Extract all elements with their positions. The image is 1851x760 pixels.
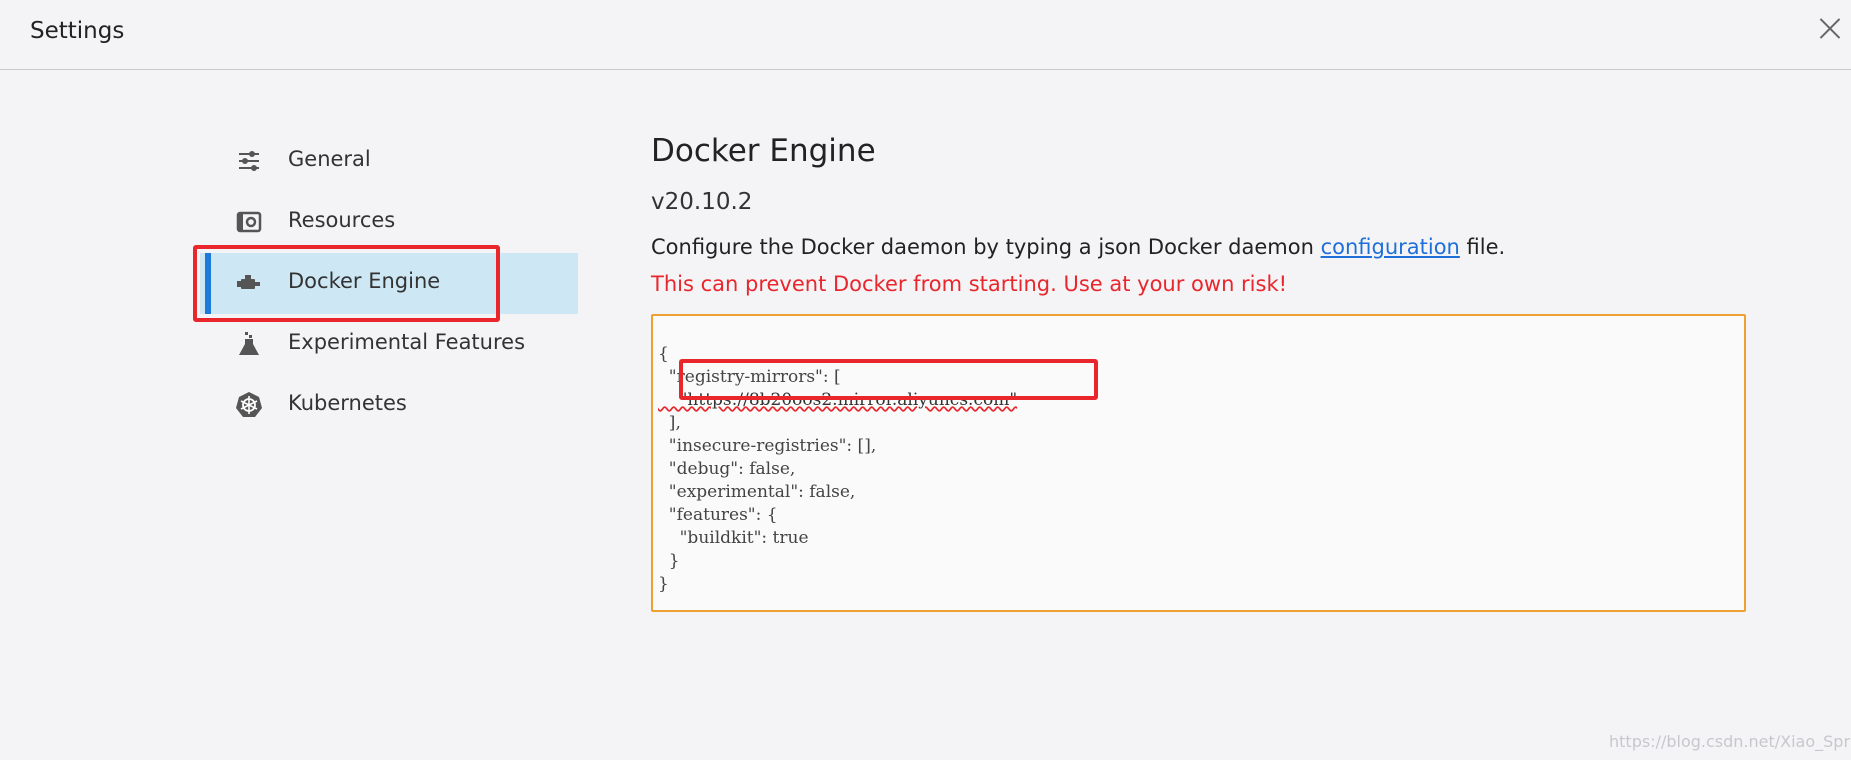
editor-line: "buildkit": true: [658, 528, 809, 548]
json-config-editor[interactable]: { "registry-mirrors": [ "https://8b20oos…: [651, 314, 1746, 612]
kubernetes-icon: [236, 392, 262, 417]
editor-line-registry-mirror: "https://8b20oos2.mirror.aliyuncs.com": [658, 390, 1018, 410]
configuration-link[interactable]: configuration: [1321, 235, 1460, 259]
sliders-icon: [239, 151, 259, 171]
description-text: Configure the Docker daemon by typing a …: [651, 235, 1321, 259]
description: Configure the Docker daemon by typing a …: [651, 235, 1505, 259]
sidebar-item-kubernetes[interactable]: Kubernetes: [200, 375, 578, 436]
close-icon[interactable]: [1818, 16, 1842, 40]
editor-line: "debug": false,: [658, 459, 796, 479]
editor-line: {: [658, 344, 669, 364]
sidebar-item-label: Kubernetes: [288, 391, 407, 415]
description-suffix: file.: [1459, 235, 1506, 259]
sidebar-item-docker-engine[interactable]: Docker Engine: [200, 253, 578, 314]
editor-line: "registry-mirrors": [: [658, 367, 841, 387]
editor-line: "experimental": false,: [658, 482, 856, 502]
flask-icon: [239, 332, 259, 355]
sidebar-item-resources[interactable]: Resources: [200, 192, 578, 253]
editor-line: ],: [658, 413, 681, 433]
window-title: Settings: [30, 18, 125, 44]
editor-line: "insecure-registries": [],: [658, 436, 877, 456]
editor-line: }: [658, 551, 680, 571]
sidebar-item-general[interactable]: General: [200, 131, 578, 192]
sidebar-item-experimental-features[interactable]: Experimental Features: [200, 314, 578, 375]
editor-line: "features": {: [658, 505, 778, 525]
sidebar-item-label: General: [288, 147, 371, 171]
watermark: https://blog.csdn.net/Xiao_Spring: [1609, 732, 1851, 751]
title-bar: Settings: [0, 0, 1851, 70]
docker-engine-icon: [237, 275, 260, 289]
version-label: v20.10.2: [651, 189, 753, 215]
editor-line: }: [658, 574, 669, 594]
sidebar-item-label: Resources: [288, 208, 396, 232]
sidebar-item-label: Experimental Features: [288, 330, 526, 354]
sidebar-item-label: Docker Engine: [288, 269, 441, 293]
page-title: Docker Engine: [651, 133, 876, 169]
resources-icon: [236, 211, 262, 233]
warning-text: This can prevent Docker from starting. U…: [651, 272, 1288, 296]
